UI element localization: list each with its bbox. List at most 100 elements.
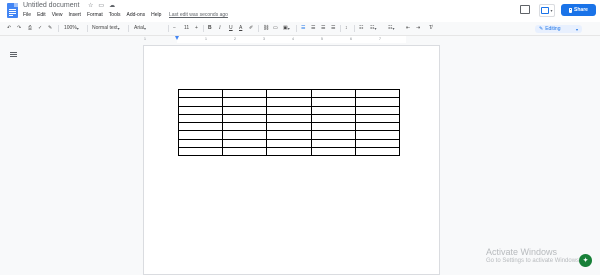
menu-file[interactable]: File: [23, 12, 31, 18]
table-cell[interactable]: [354, 113, 400, 124]
share-button[interactable]: Share: [561, 4, 596, 16]
zoom-select[interactable]: 100%: [64, 24, 79, 32]
table-cell[interactable]: [222, 113, 268, 124]
horizontal-ruler[interactable]: 1 1 2 3 4 5 6 7: [143, 36, 440, 43]
table-cell[interactable]: [266, 97, 312, 107]
table-cell[interactable]: [177, 122, 224, 132]
add-comment-icon[interactable]: ▭: [273, 24, 278, 32]
table-cell[interactable]: [222, 122, 268, 132]
table-cell[interactable]: [222, 97, 268, 107]
print-icon[interactable]: ⎙: [28, 24, 32, 32]
menu-addons[interactable]: Add-ons: [126, 12, 145, 18]
table-cell[interactable]: [310, 88, 356, 99]
table-cell[interactable]: [266, 130, 312, 140]
table-cell[interactable]: [177, 147, 224, 157]
align-left-icon[interactable]: ☰: [301, 24, 305, 32]
table-cell[interactable]: [266, 105, 312, 115]
document-title[interactable]: Untitled document: [23, 2, 79, 9]
table-cell[interactable]: [310, 138, 356, 149]
comment-history-icon[interactable]: [520, 5, 530, 14]
align-center-icon[interactable]: ☰: [311, 24, 315, 32]
menu-edit[interactable]: Edit: [37, 12, 46, 18]
table-cell[interactable]: [310, 105, 356, 115]
text-color-button[interactable]: A: [239, 24, 242, 32]
table-cell[interactable]: [177, 138, 224, 149]
menu-format[interactable]: Format: [87, 12, 103, 18]
document-page[interactable]: [143, 45, 440, 275]
bold-button[interactable]: B: [208, 24, 212, 32]
insert-link-icon[interactable]: ⛓: [263, 24, 269, 32]
editing-mode-label: Editing: [545, 26, 561, 32]
table-cell[interactable]: [354, 130, 400, 140]
table-cell[interactable]: [354, 88, 400, 99]
table-cell[interactable]: [177, 88, 224, 99]
cloud-status-icon[interactable]: ☁: [109, 2, 115, 9]
font-size-increase-button[interactable]: +: [195, 24, 198, 32]
table-cell[interactable]: [222, 138, 268, 149]
table-cell[interactable]: [266, 88, 312, 99]
table-cell[interactable]: [310, 130, 356, 140]
insert-image-icon[interactable]: ▣: [283, 24, 290, 32]
style-select[interactable]: Normal text: [92, 24, 120, 32]
table-cell[interactable]: [354, 105, 400, 115]
highlight-color-icon[interactable]: ✐: [249, 24, 253, 32]
table-cell[interactable]: [354, 97, 400, 107]
docs-logo-icon[interactable]: [7, 3, 18, 18]
table-cell[interactable]: [222, 130, 268, 140]
decrease-indent-icon[interactable]: ⇤: [406, 24, 410, 32]
present-icon: [541, 7, 550, 14]
table-cell[interactable]: [354, 147, 400, 157]
menu-tools[interactable]: Tools: [109, 12, 121, 18]
document-outline-icon[interactable]: [10, 52, 17, 59]
table-cell[interactable]: [266, 138, 312, 149]
document-table[interactable]: [177, 88, 400, 157]
align-right-icon[interactable]: ☰: [321, 24, 325, 32]
menu-help[interactable]: Help: [151, 12, 161, 18]
align-justify-icon[interactable]: ☰: [331, 24, 335, 32]
editing-mode-button[interactable]: ✎ Editing ▾: [535, 25, 582, 33]
font-select[interactable]: Arial: [134, 24, 146, 32]
table-cell[interactable]: [310, 97, 356, 107]
table-cell[interactable]: [310, 122, 356, 132]
meet-present-button[interactable]: ▾: [539, 4, 555, 17]
table-cell[interactable]: [222, 147, 268, 157]
ruler-label: 7: [379, 37, 381, 41]
line-spacing-icon[interactable]: ↕: [345, 24, 348, 32]
table-cell[interactable]: [354, 138, 400, 149]
clear-formatting-icon[interactable]: T̸: [429, 24, 432, 32]
table-cell[interactable]: [266, 122, 312, 132]
bulleted-list-icon[interactable]: ☷: [370, 24, 377, 32]
toolbar-divider: [168, 25, 169, 32]
menu-insert[interactable]: Insert: [68, 12, 81, 18]
checklist-icon[interactable]: ☷: [359, 24, 363, 32]
table-cell[interactable]: [266, 113, 312, 124]
menu-view[interactable]: View: [52, 12, 63, 18]
indent-marker-icon[interactable]: [175, 36, 179, 40]
table-cell[interactable]: [177, 130, 224, 140]
redo-icon[interactable]: ↷: [17, 24, 21, 32]
font-size-input[interactable]: 11: [184, 24, 189, 32]
table-cell[interactable]: [354, 122, 400, 132]
move-folder-icon[interactable]: ▭: [98, 2, 104, 9]
underline-button[interactable]: U: [229, 24, 233, 32]
table-cell[interactable]: [177, 97, 224, 107]
table-cell[interactable]: [222, 88, 268, 99]
undo-icon[interactable]: ↶: [7, 24, 11, 32]
table-cell[interactable]: [266, 147, 312, 157]
table-cell[interactable]: [310, 113, 356, 124]
italic-button[interactable]: I: [219, 24, 221, 32]
star-icon[interactable]: ☆: [88, 2, 93, 9]
increase-indent-icon[interactable]: ⇥: [416, 24, 420, 32]
table-cell[interactable]: [310, 147, 356, 157]
numbered-list-icon[interactable]: ☷: [388, 24, 395, 32]
table-cell[interactable]: [222, 105, 268, 115]
table-cell[interactable]: [177, 105, 224, 115]
last-edit-link[interactable]: Last edit was seconds ago: [169, 12, 228, 18]
chevron-down-icon: ▾: [575, 26, 578, 32]
paint-format-icon[interactable]: ✎: [48, 24, 52, 32]
font-size-decrease-button[interactable]: −: [173, 24, 176, 32]
explore-button[interactable]: ✦: [579, 254, 592, 267]
spellcheck-icon[interactable]: ✓: [38, 24, 42, 32]
table-cell[interactable]: [177, 113, 224, 124]
top-header: Untitled document ☆ ▭ ☁ File Edit View I…: [0, 0, 600, 22]
